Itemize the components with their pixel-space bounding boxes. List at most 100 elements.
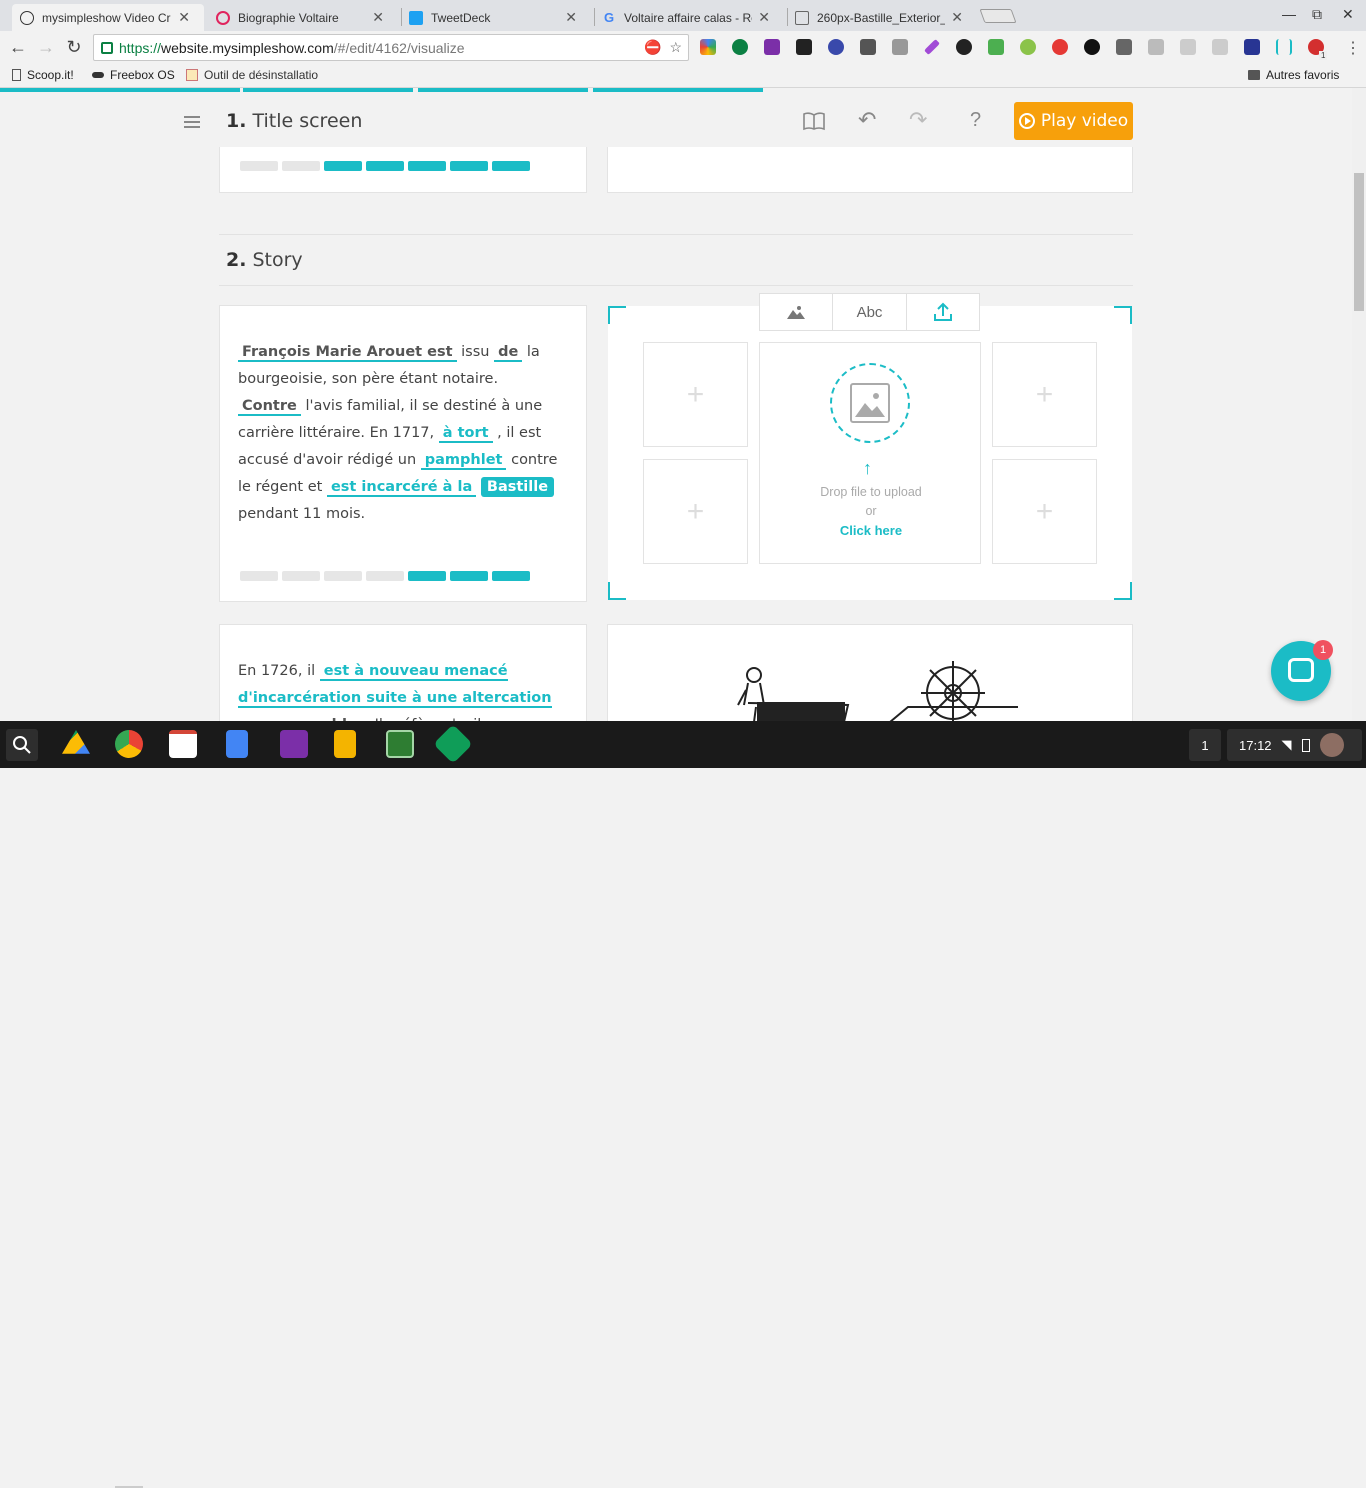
- story-keyword[interactable]: Contre: [238, 398, 301, 416]
- tab-upload[interactable]: [907, 294, 979, 330]
- maximize-icon[interactable]: ⧉: [1312, 6, 1322, 23]
- extension-gray-icon[interactable]: [1180, 39, 1196, 55]
- section-number: 2.: [226, 249, 247, 271]
- gmail-icon[interactable]: [169, 730, 197, 758]
- story-keyword[interactable]: pamphlet: [420, 452, 507, 470]
- extension-print-icon[interactable]: [988, 39, 1004, 55]
- book-icon[interactable]: [803, 111, 825, 137]
- sheets-app-icon[interactable]: [386, 730, 414, 758]
- tab-mysimpleshow[interactable]: mysimpleshow Video Cr ✕: [12, 4, 204, 31]
- image-icon: [787, 306, 806, 319]
- extension-book-icon[interactable]: [1244, 39, 1260, 55]
- other-bookmarks[interactable]: Autres favoris: [1248, 68, 1339, 82]
- forward-icon[interactable]: →: [36, 37, 56, 58]
- reload-icon[interactable]: ↻: [64, 37, 84, 58]
- close-tab-icon[interactable]: ✕: [951, 9, 963, 26]
- bookmark-label: Autres favoris: [1266, 68, 1340, 82]
- extension-tools-icon[interactable]: [1116, 39, 1132, 55]
- story-keyword[interactable]: François Marie Arouet est: [238, 344, 457, 362]
- title-screen-heading: 1. Title screen: [226, 110, 362, 132]
- close-window-icon[interactable]: ✕: [1342, 6, 1354, 23]
- mysimpleshow-favicon: [20, 10, 34, 25]
- launcher-search-icon[interactable]: [6, 729, 38, 761]
- tab-biographie-voltaire[interactable]: Biographie Voltaire ✕: [208, 4, 398, 31]
- undo-icon[interactable]: ↶: [858, 107, 876, 133]
- story-visual-card[interactable]: [607, 624, 1133, 734]
- blocked-popup-icon[interactable]: ⛔: [644, 39, 661, 56]
- page-scrollbar[interactable]: [1352, 88, 1366, 721]
- extension-rss-icon[interactable]: [1212, 39, 1228, 55]
- extension-evernote-icon[interactable]: [732, 39, 748, 55]
- redo-icon[interactable]: ↷: [909, 107, 927, 133]
- story-keyword[interactable]: de: [494, 344, 523, 362]
- back-icon[interactable]: ←: [8, 37, 28, 58]
- window-count[interactable]: 1: [1189, 729, 1221, 761]
- story-keyword[interactable]: à tort: [438, 425, 493, 443]
- bookmark-scoopit[interactable]: Scoop.it!: [12, 68, 74, 82]
- upload-drop-zone[interactable]: ↑ Drop file to upload or Click here: [759, 342, 981, 564]
- image-placeholder-icon: [850, 383, 890, 423]
- extension-camera-icon[interactable]: [892, 39, 908, 55]
- story-keyword[interactable]: Bastille: [480, 477, 555, 497]
- address-bar[interactable]: https://website.mysimpleshow.com/#/edit/…: [93, 34, 689, 61]
- chrome-icon[interactable]: [115, 730, 143, 758]
- google-drive-icon[interactable]: [62, 730, 90, 754]
- new-tab-button[interactable]: [979, 9, 1017, 23]
- title-visual-card[interactable]: [607, 147, 1133, 193]
- status-area[interactable]: 17:12 ◥: [1227, 729, 1362, 761]
- extension-green-dot-icon[interactable]: [1020, 39, 1036, 55]
- extension-color-icon[interactable]: [956, 39, 972, 55]
- tab-tweetdeck[interactable]: TweetDeck ✕: [401, 4, 591, 31]
- scrollbar-thumb[interactable]: [1354, 173, 1364, 311]
- play-video-button[interactable]: Play video: [1014, 102, 1133, 140]
- image-slot[interactable]: +: [992, 342, 1097, 447]
- minimize-icon[interactable]: —: [1282, 6, 1296, 22]
- extension-film-icon[interactable]: [796, 39, 812, 55]
- bookmark-outil[interactable]: Outil de désinstallatio: [186, 68, 318, 82]
- freebox-icon: [92, 72, 104, 78]
- extension-onenote-icon[interactable]: [764, 39, 780, 55]
- tab-image-search[interactable]: [760, 294, 834, 330]
- title-text-card[interactable]: [219, 147, 587, 193]
- upload-icon: [933, 302, 952, 321]
- close-tab-icon[interactable]: ✕: [372, 9, 384, 26]
- tool-icon: [186, 69, 198, 81]
- extension-feather-icon[interactable]: [924, 39, 940, 55]
- image-slot[interactable]: +: [643, 342, 748, 447]
- tab-bastille-image[interactable]: 260px-Bastille_Exterior_1 ✕: [787, 4, 977, 31]
- image-slot[interactable]: +: [643, 459, 748, 564]
- extension-n-icon[interactable]: [1148, 39, 1164, 55]
- abc-label: Abc: [856, 303, 883, 321]
- google-slides-icon[interactable]: [334, 730, 356, 758]
- close-tab-icon[interactable]: ✕: [178, 9, 190, 26]
- tab-voltaire-calas[interactable]: G Voltaire affaire calas - Re ✕: [594, 4, 784, 31]
- text-length-meter: [240, 161, 530, 171]
- extension-k-icon[interactable]: [828, 39, 844, 55]
- close-tab-icon[interactable]: ✕: [565, 9, 577, 26]
- section-divider: [219, 285, 1133, 286]
- click-here-link[interactable]: Click here: [760, 523, 982, 538]
- story-keyword[interactable]: est incarcéré à la: [326, 479, 477, 497]
- browser-menu-icon[interactable]: ⋮: [1345, 38, 1361, 58]
- feedly-icon[interactable]: [433, 724, 473, 764]
- bookmark-freebox[interactable]: Freebox OS: [92, 68, 175, 82]
- extension-fish-icon[interactable]: [1084, 39, 1100, 55]
- image-slot[interactable]: +: [992, 459, 1097, 564]
- extension-photos-icon[interactable]: [700, 39, 716, 55]
- extension-brackets-icon[interactable]: [1276, 39, 1292, 55]
- story-text[interactable]: En 1726, il est à nouveau menacé d'incar…: [238, 658, 558, 721]
- close-tab-icon[interactable]: ✕: [758, 9, 770, 26]
- bookmark-star-icon[interactable]: ☆: [669, 39, 682, 56]
- extension-share-icon[interactable]: [860, 39, 876, 55]
- menu-icon[interactable]: [184, 116, 200, 131]
- play-video-label: Play video: [1040, 111, 1129, 131]
- onenote-icon[interactable]: [280, 730, 308, 758]
- google-docs-icon[interactable]: [226, 730, 248, 758]
- tab-text-visual[interactable]: Abc: [833, 294, 907, 330]
- help-icon[interactable]: ?: [970, 109, 981, 132]
- tweetdeck-favicon: [409, 10, 423, 25]
- story-text[interactable]: François Marie Arouet est issu de la bou…: [238, 339, 558, 528]
- bookmark-label: Freebox OS: [110, 68, 175, 82]
- extension-eye-icon[interactable]: [1052, 39, 1068, 55]
- tab-title: mysimpleshow Video Cr: [42, 10, 171, 25]
